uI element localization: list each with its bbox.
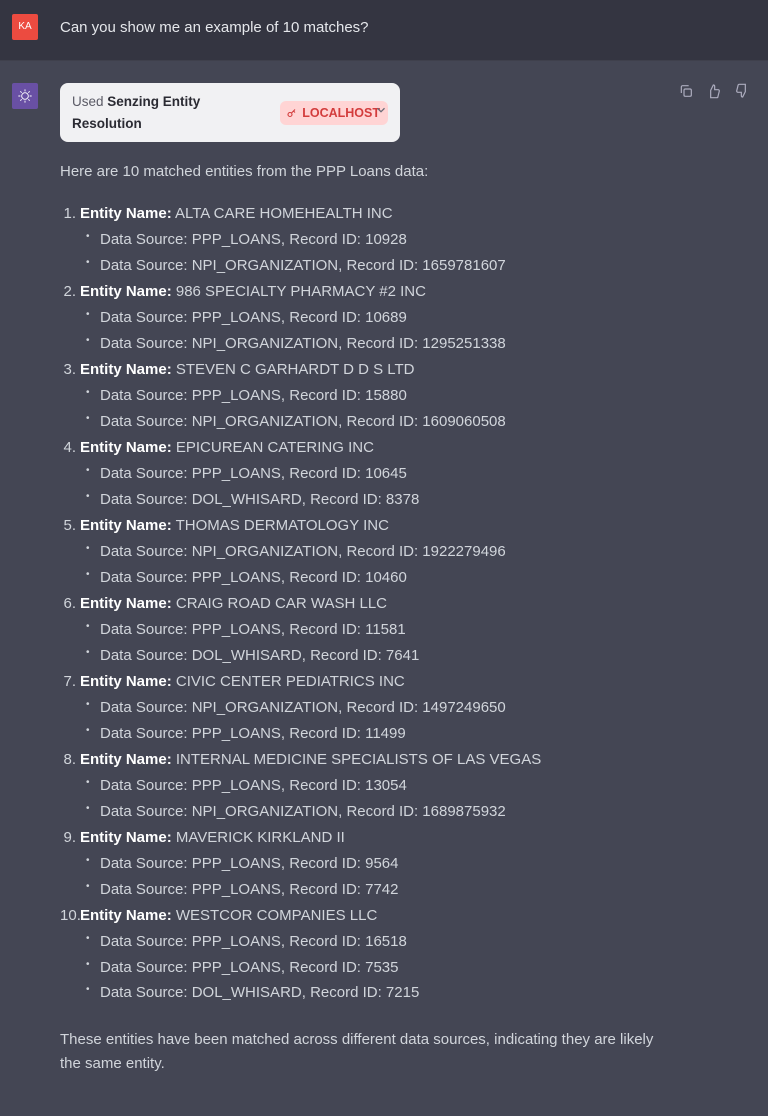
entity-label: Entity Name: (80, 361, 172, 378)
record-item: Data Source: PPP_LOANS, Record ID: 15880 (100, 383, 666, 409)
entity-label: Entity Name: (80, 595, 172, 612)
user-message-row: KA Can you show me an example of 10 matc… (0, 0, 768, 61)
record-list: Data Source: NPI_ORGANIZATION, Record ID… (80, 539, 666, 590)
record-item: Data Source: PPP_LOANS, Record ID: 9564 (100, 851, 666, 877)
entity-label: Entity Name: (80, 517, 172, 534)
record-item: Data Source: NPI_ORGANIZATION, Record ID… (100, 409, 666, 435)
user-message: Can you show me an example of 10 matches… (60, 14, 369, 40)
record-item: Data Source: PPP_LOANS, Record ID: 10645 (100, 461, 666, 487)
record-item: Data Source: DOL_WHISARD, Record ID: 837… (100, 487, 666, 513)
record-list: Data Source: PPP_LOANS, Record ID: 10928… (80, 227, 666, 278)
record-list: Data Source: PPP_LOANS, Record ID: 10645… (80, 461, 666, 512)
record-item: Data Source: PPP_LOANS, Record ID: 10689 (100, 305, 666, 331)
record-list: Data Source: PPP_LOANS, Record ID: 11581… (80, 617, 666, 668)
entity-item: Entity Name: WESTCOR COMPANIES LLCData S… (80, 904, 666, 1006)
entity-label: Entity Name: (80, 673, 172, 690)
entity-header: Entity Name: STEVEN C GARHARDT D D S LTD (80, 358, 666, 382)
entity-header: Entity Name: INTERNAL MEDICINE SPECIALIS… (80, 748, 666, 772)
localhost-badge: LOCALHOST (280, 101, 388, 125)
entity-name: 986 SPECIALTY PHARMACY #2 INC (172, 283, 426, 300)
entity-name: WESTCOR COMPANIES LLC (172, 907, 378, 924)
entity-item: Entity Name: CRAIG ROAD CAR WASH LLCData… (80, 592, 666, 668)
intro-text: Here are 10 matched entities from the PP… (60, 160, 666, 184)
record-list: Data Source: NPI_ORGANIZATION, Record ID… (80, 695, 666, 746)
entity-header: Entity Name: 986 SPECIALTY PHARMACY #2 I… (80, 280, 666, 304)
logo-icon (17, 88, 33, 104)
entity-name: EPICUREAN CATERING INC (172, 439, 374, 456)
thumbs-down-icon[interactable] (734, 83, 750, 107)
entity-name: CRAIG ROAD CAR WASH LLC (172, 595, 387, 612)
assistant-body: Used Senzing Entity Resolution LOCALHOST… (60, 83, 756, 1076)
entity-item: Entity Name: MAVERICK KIRKLAND IIData So… (80, 826, 666, 902)
record-item: Data Source: PPP_LOANS, Record ID: 16518 (100, 929, 666, 955)
entity-item: Entity Name: EPICUREAN CATERING INCData … (80, 436, 666, 512)
record-item: Data Source: PPP_LOANS, Record ID: 11499 (100, 721, 666, 747)
entity-header: Entity Name: THOMAS DERMATOLOGY INC (80, 514, 666, 538)
record-list: Data Source: PPP_LOANS, Record ID: 10689… (80, 305, 666, 356)
entity-name: INTERNAL MEDICINE SPECIALISTS OF LAS VEG… (172, 751, 542, 768)
record-list: Data Source: PPP_LOANS, Record ID: 13054… (80, 773, 666, 824)
entity-header: Entity Name: ALTA CARE HOMEHEALTH INC (80, 202, 666, 226)
outro-text: These entities have been matched across … (60, 1028, 666, 1076)
record-item: Data Source: PPP_LOANS, Record ID: 13054 (100, 773, 666, 799)
copy-icon[interactable] (678, 83, 694, 107)
entity-list: Entity Name: ALTA CARE HOMEHEALTH INCDat… (60, 202, 666, 1006)
entity-header: Entity Name: CIVIC CENTER PEDIATRICS INC (80, 670, 666, 694)
entity-item: Entity Name: STEVEN C GARHARDT D D S LTD… (80, 358, 666, 434)
entity-name: MAVERICK KIRKLAND II (172, 829, 345, 846)
entity-header: Entity Name: MAVERICK KIRKLAND II (80, 826, 666, 850)
chevron-down-icon[interactable] (374, 101, 388, 125)
record-item: Data Source: PPP_LOANS, Record ID: 7742 (100, 877, 666, 903)
tool-used-text: Used Senzing Entity Resolution (72, 91, 272, 134)
record-item: Data Source: DOL_WHISARD, Record ID: 721… (100, 980, 666, 1006)
entity-name: STEVEN C GARHARDT D D S LTD (172, 361, 415, 378)
key-icon (286, 107, 298, 119)
user-avatar: KA (12, 14, 38, 40)
entity-name: THOMAS DERMATOLOGY INC (172, 517, 389, 534)
record-item: Data Source: NPI_ORGANIZATION, Record ID… (100, 695, 666, 721)
entity-name: CIVIC CENTER PEDIATRICS INC (172, 673, 405, 690)
record-item: Data Source: NPI_ORGANIZATION, Record ID… (100, 539, 666, 565)
entity-item: Entity Name: CIVIC CENTER PEDIATRICS INC… (80, 670, 666, 746)
record-list: Data Source: PPP_LOANS, Record ID: 16518… (80, 929, 666, 1006)
record-item: Data Source: PPP_LOANS, Record ID: 10460 (100, 565, 666, 591)
entity-label: Entity Name: (80, 829, 172, 846)
entity-label: Entity Name: (80, 751, 172, 768)
record-list: Data Source: PPP_LOANS, Record ID: 15880… (80, 383, 666, 434)
entity-item: Entity Name: INTERNAL MEDICINE SPECIALIS… (80, 748, 666, 824)
assistant-message-row: Used Senzing Entity Resolution LOCALHOST… (0, 61, 768, 1116)
entity-item: Entity Name: ALTA CARE HOMEHEALTH INCDat… (80, 202, 666, 278)
entity-header: Entity Name: CRAIG ROAD CAR WASH LLC (80, 592, 666, 616)
thumbs-up-icon[interactable] (706, 83, 722, 107)
record-list: Data Source: PPP_LOANS, Record ID: 9564D… (80, 851, 666, 902)
entity-label: Entity Name: (80, 907, 172, 924)
tool-call-pill[interactable]: Used Senzing Entity Resolution LOCALHOST (60, 83, 400, 142)
user-initials: KA (18, 19, 31, 35)
assistant-avatar (12, 83, 38, 109)
record-item: Data Source: NPI_ORGANIZATION, Record ID… (100, 331, 666, 357)
record-item: Data Source: PPP_LOANS, Record ID: 7535 (100, 955, 666, 981)
record-item: Data Source: PPP_LOANS, Record ID: 10928 (100, 227, 666, 253)
entity-item: Entity Name: 986 SPECIALTY PHARMACY #2 I… (80, 280, 666, 356)
record-item: Data Source: NPI_ORGANIZATION, Record ID… (100, 799, 666, 825)
record-item: Data Source: PPP_LOANS, Record ID: 11581 (100, 617, 666, 643)
entity-label: Entity Name: (80, 283, 172, 300)
entity-name: ALTA CARE HOMEHEALTH INC (172, 205, 393, 222)
message-actions (678, 83, 750, 107)
entity-label: Entity Name: (80, 205, 172, 222)
record-item: Data Source: DOL_WHISARD, Record ID: 764… (100, 643, 666, 669)
entity-label: Entity Name: (80, 439, 172, 456)
record-item: Data Source: NPI_ORGANIZATION, Record ID… (100, 253, 666, 279)
entity-item: Entity Name: THOMAS DERMATOLOGY INCData … (80, 514, 666, 590)
entity-header: Entity Name: EPICUREAN CATERING INC (80, 436, 666, 460)
entity-header: Entity Name: WESTCOR COMPANIES LLC (80, 904, 666, 928)
